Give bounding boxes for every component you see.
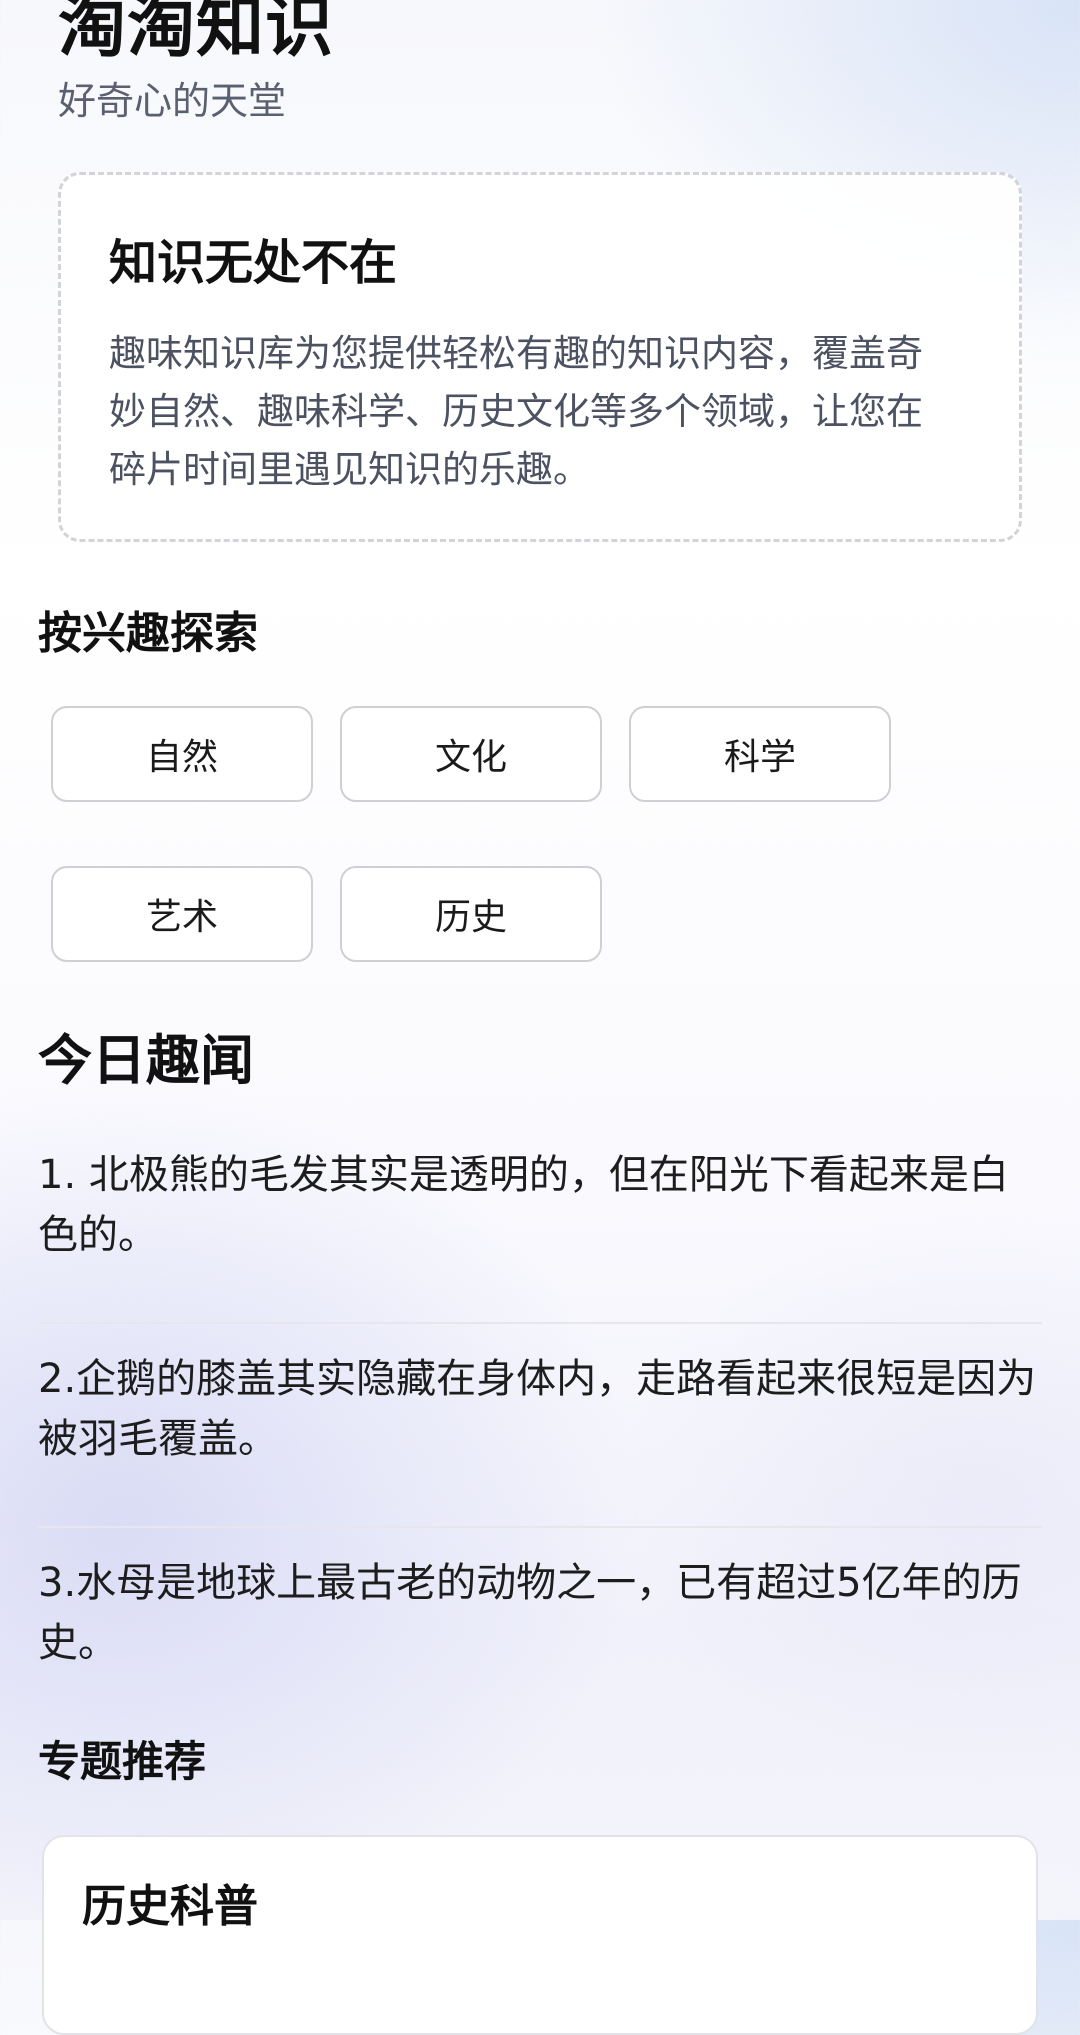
topic-card-title: 历史科普 (82, 1881, 258, 1932)
today-section-title: 今日趣闻 (38, 1029, 254, 1092)
interest-tags: 自然 文化 科学 艺术 历史 (51, 706, 951, 962)
tag-culture[interactable]: 文化 (340, 706, 602, 802)
app-title: 淘淘知识 (58, 0, 335, 67)
tag-nature[interactable]: 自然 (51, 706, 313, 802)
fact-item[interactable]: 1. 北极熊的毛发其实是透明的，但在阳光下看起来是白色的。 (38, 1120, 1042, 1324)
fact-item[interactable]: 3.水母是地球上最古老的动物之一，已有超过5亿年的历史。 (38, 1528, 1042, 1732)
interest-section-title: 按兴趣探索 (38, 608, 258, 659)
topics-section-title: 专题推荐 (38, 1737, 207, 1786)
fact-item[interactable]: 2.企鹅的膝盖其实隐藏在身体内，走路看起来很短是因为被羽毛覆盖。 (38, 1324, 1042, 1528)
intro-text: 趣味知识库为您提供轻松有趣的知识内容，覆盖奇妙自然、趣味科学、历史文化等多个领域… (109, 332, 923, 491)
intro-title: 知识无处不在 (109, 235, 398, 291)
topic-card[interactable]: 历史科普 (42, 1835, 1038, 2035)
app-subtitle: 好奇心的天堂 (58, 79, 287, 123)
intro-card: 知识无处不在 趣味知识库为您提供轻松有趣的知识内容，覆盖奇妙自然、趣味科学、历史… (58, 172, 1022, 542)
tag-history[interactable]: 历史 (340, 866, 602, 962)
fact-list: 1. 北极熊的毛发其实是透明的，但在阳光下看起来是白色的。 2.企鹅的膝盖其实隐… (38, 1120, 1042, 1732)
tag-art[interactable]: 艺术 (51, 866, 313, 962)
tag-science[interactable]: 科学 (629, 706, 891, 802)
